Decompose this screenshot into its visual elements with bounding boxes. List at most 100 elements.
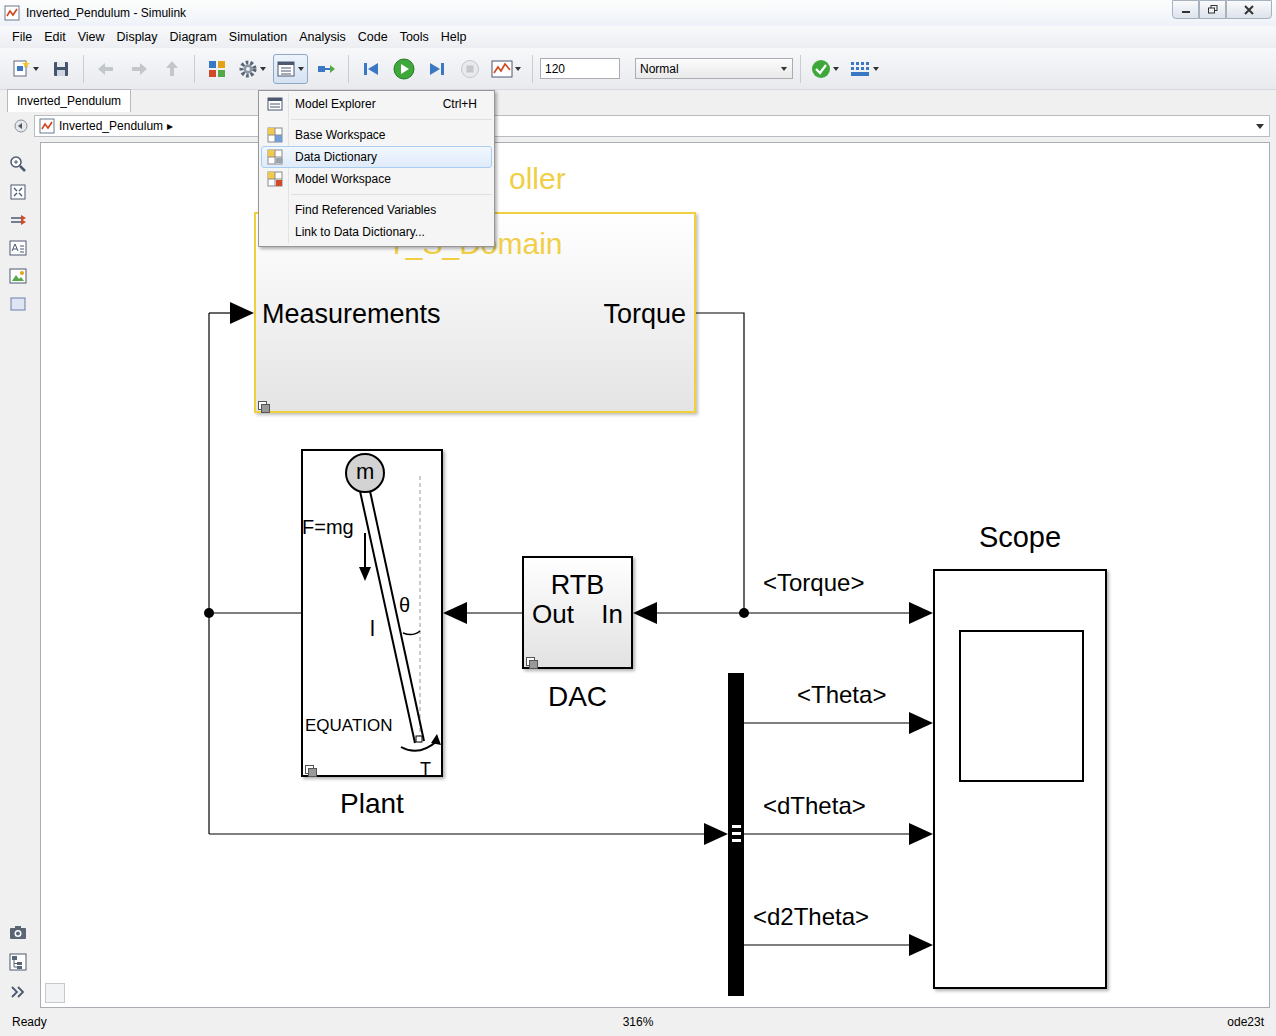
step-forward-icon — [427, 59, 447, 79]
toolbar-button[interactable] — [808, 54, 843, 84]
area-icon[interactable] — [8, 294, 28, 314]
status-bar: Ready316%ode23t — [0, 1008, 1276, 1036]
toolbar-button[interactable] — [455, 54, 485, 84]
simulation-mode-select[interactable]: Normal — [635, 58, 793, 79]
menu-item[interactable]: Help — [435, 27, 473, 48]
menu-item-label: Model Workspace — [288, 170, 491, 188]
camera-icon[interactable] — [8, 922, 28, 942]
menu-bar: FileEditViewDisplayDiagramSimulationAnal… — [0, 26, 1276, 48]
close-icon[interactable] — [1226, 0, 1272, 19]
toolbar-button[interactable] — [235, 54, 270, 84]
signal-label[interactable]: <d2Theta> — [753, 903, 869, 931]
image-icon[interactable] — [8, 266, 28, 286]
input-port-label: In — [601, 599, 623, 629]
save-icon — [51, 59, 71, 79]
block-title: RTB — [524, 570, 631, 600]
menu-separator — [291, 119, 492, 120]
subsystem-icon — [526, 653, 538, 665]
toolbar-button[interactable] — [422, 54, 452, 84]
menu-item[interactable]: Code — [352, 27, 394, 48]
menu-item[interactable]: View — [72, 27, 111, 48]
stepper-icon — [316, 59, 336, 79]
menu-item-label: Link to Data Dictionary... — [288, 223, 491, 241]
back-icon — [96, 59, 116, 79]
toolbar-button[interactable] — [846, 54, 883, 84]
toolbar-button[interactable] — [8, 54, 43, 84]
stop-time-field[interactable] — [540, 58, 620, 79]
route-icon[interactable] — [8, 210, 28, 230]
toolbar-button[interactable] — [389, 54, 419, 84]
signal-label[interactable]: <dTheta> — [763, 792, 866, 820]
menu-item[interactable]: Diagram — [164, 27, 223, 48]
breadcrumb-separator: ▸ — [167, 117, 173, 135]
menu-item[interactable]: Model Workspace — [261, 168, 492, 190]
scope-icon — [491, 59, 513, 79]
history-dropdown-icon[interactable] — [1255, 121, 1265, 131]
menu-item[interactable]: Data Dictionary — [261, 146, 492, 168]
menu-item[interactable]: Model ExplorerCtrl+H — [261, 93, 492, 115]
canvas-menu-button[interactable] — [45, 983, 65, 1003]
zoom-icon[interactable] — [8, 154, 28, 174]
toolbar-separator — [83, 55, 84, 83]
menu-shortcut: Ctrl+H — [443, 95, 491, 113]
model-tab[interactable]: Inverted_Pendulum — [7, 89, 131, 112]
status-message: Ready — [12, 1013, 47, 1031]
plant-torque-label: T — [420, 760, 431, 778]
dac-name: DAC — [522, 681, 633, 713]
menu-item[interactable]: File — [6, 27, 38, 48]
menu-item[interactable]: Base Workspace — [261, 124, 492, 146]
simulink-window: Inverted_Pendulum - SimulinkFileEditView… — [0, 0, 1276, 1036]
simulink-icon — [4, 5, 20, 21]
editor-area: ollerT_S_DomainMeasurementsTorquemF=mglθ… — [0, 142, 1276, 1008]
menu-item[interactable]: Tools — [394, 27, 435, 48]
menu-item[interactable]: Analysis — [293, 27, 352, 48]
diagram-canvas[interactable]: ollerT_S_DomainMeasurementsTorquemF=mglθ… — [40, 142, 1270, 1008]
toolbar-button[interactable] — [311, 54, 341, 84]
chevrons-icon[interactable] — [8, 982, 28, 1002]
base-icon — [262, 127, 288, 143]
menu-item[interactable]: Display — [111, 27, 164, 48]
toolbar-button[interactable] — [46, 54, 76, 84]
menu-item[interactable]: Simulation — [223, 27, 293, 48]
solver-name: ode23t — [1227, 1013, 1264, 1031]
menu-item[interactable]: Find Referenced Variables — [261, 199, 492, 221]
signal-label[interactable]: <Theta> — [797, 681, 886, 709]
toolbar-button[interactable] — [488, 54, 525, 84]
settings-icon — [238, 59, 258, 79]
build-icon — [849, 59, 871, 79]
menu-item-label: Base Workspace — [288, 126, 491, 144]
toolbar-button[interactable] — [356, 54, 386, 84]
title-bar: Inverted_Pendulum - Simulink — [0, 0, 1276, 26]
model-explorer-icon — [276, 59, 296, 79]
plant-block[interactable]: mF=mglθEQUATIONT — [301, 449, 443, 777]
toolbar-button[interactable] — [157, 54, 187, 84]
annotation-icon[interactable] — [8, 238, 28, 258]
controller-caption: oller — [509, 163, 566, 195]
model-browser-icon[interactable] — [8, 952, 28, 972]
fit-icon[interactable] — [8, 182, 28, 202]
output-port-label: Torque — [603, 298, 686, 330]
toolbar-button[interactable] — [202, 54, 232, 84]
toolbar-button[interactable] — [124, 54, 154, 84]
toolbar-button[interactable] — [91, 54, 121, 84]
breadcrumb-item[interactable]: Inverted_Pendulum — [59, 117, 163, 135]
breadcrumb-bar: Inverted_Pendulum▸ — [0, 112, 1276, 140]
toolbar-button[interactable] — [273, 54, 308, 84]
dropdown-arrow-icon — [297, 65, 305, 73]
model-explorer-menu: Model ExplorerCtrl+H Base Workspace Data D… — [258, 90, 495, 247]
rate-transition-block[interactable]: RTBOutIn — [522, 556, 633, 669]
minimize-icon[interactable] — [1172, 0, 1199, 19]
block-palette — [0, 142, 36, 1008]
dropdown-arrow-icon — [32, 65, 40, 73]
input-port-label: Measurements — [262, 298, 441, 330]
plant-force-label: F=mg — [302, 517, 354, 537]
scope-block[interactable] — [933, 569, 1107, 989]
menu-item[interactable]: Edit — [38, 27, 72, 48]
restore-icon[interactable] — [1199, 0, 1226, 19]
stop-icon — [460, 59, 480, 79]
subsystem-icon — [258, 397, 270, 409]
signal-label[interactable]: <Torque> — [763, 569, 864, 597]
simulation-mode-value: Normal — [640, 60, 780, 78]
back-icon[interactable] — [14, 119, 28, 133]
menu-item[interactable]: Link to Data Dictionary... — [261, 221, 492, 243]
